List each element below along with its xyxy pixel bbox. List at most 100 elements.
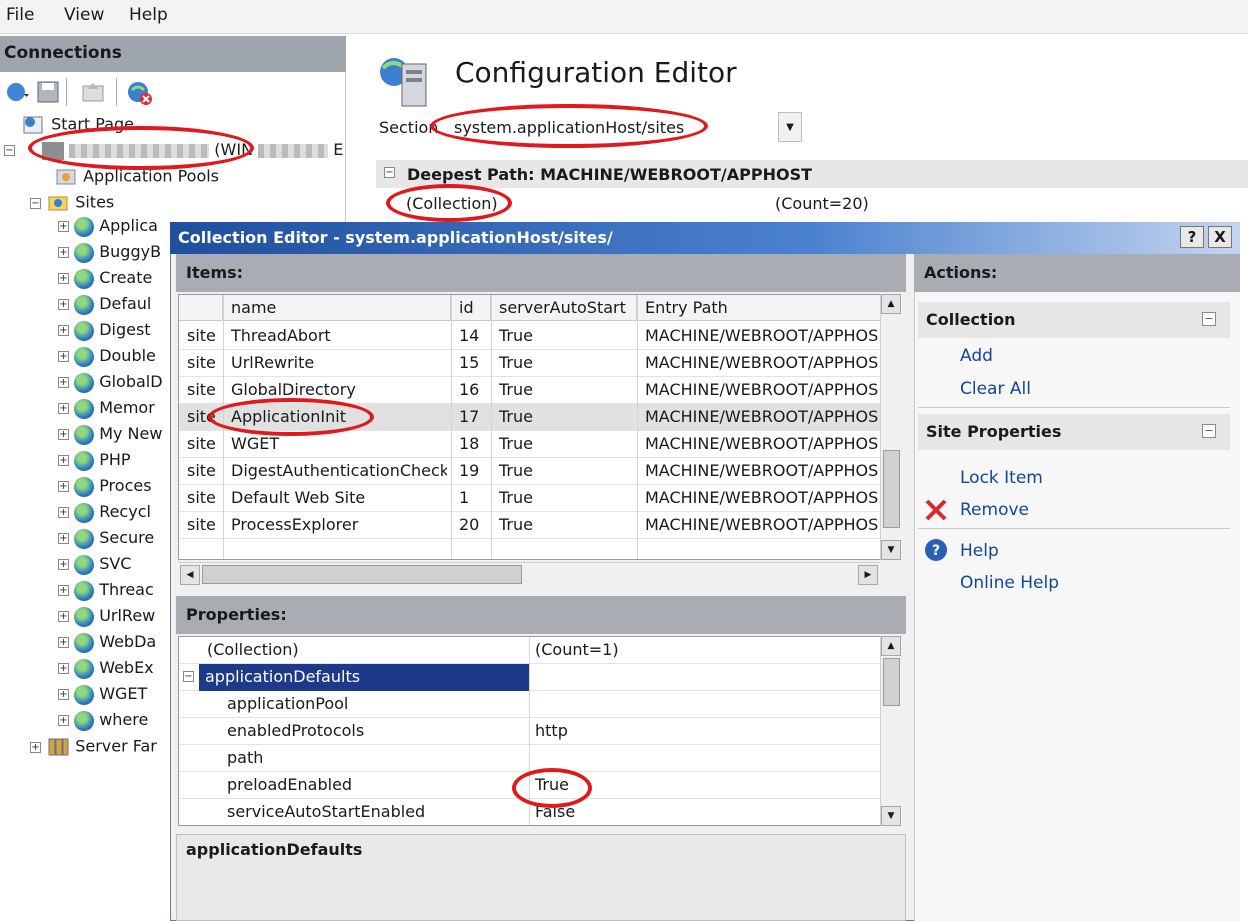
scroll-down-icon[interactable]: ▼ [881,540,901,560]
expand-icon[interactable]: + [58,663,69,674]
expand-icon[interactable]: + [58,273,69,284]
expand-icon[interactable]: + [58,221,69,232]
expand-icon[interactable]: + [58,533,69,544]
table-row[interactable]: site ProcessExplorer 20 True MACHINE/WEBROOT… [179,512,881,539]
tree-site-item[interactable]: + Recycl [58,502,151,528]
column-header-type[interactable] [179,295,223,321]
scroll-thumb[interactable] [883,450,900,528]
expand-icon[interactable]: + [58,429,69,440]
section-dropdown-button[interactable]: ▼ [778,112,802,142]
tree-server-farms[interactable]: + Server Far [30,736,157,762]
scroll-up-icon[interactable]: ▲ [881,636,901,656]
site-label: WebDa [99,632,157,651]
property-row-selected[interactable]: − applicationDefaults [179,664,881,691]
clear-all-link[interactable]: Clear All [960,379,1031,399]
cell-type: site [187,353,216,372]
scroll-down-icon[interactable]: ▼ [881,806,901,826]
remove-link[interactable]: Remove [960,500,1029,520]
tree-site-item[interactable]: + My New [58,424,162,450]
scroll-right-icon[interactable]: ▶ [858,565,878,585]
expand-icon[interactable]: + [58,637,69,648]
tree-site-item[interactable]: + Create [58,268,152,294]
up-level-icon[interactable] [80,80,106,108]
collapse-icon[interactable]: − [183,671,194,682]
tree-site-item[interactable]: + BuggyB [58,242,161,268]
expand-icon[interactable]: + [58,455,69,466]
collapse-icon[interactable]: − [384,167,395,178]
online-help-link[interactable]: Online Help [960,573,1059,593]
property-value[interactable]: (Count=1) [535,640,619,659]
tree-site-item[interactable]: + where [58,710,148,736]
menu-help[interactable]: Help [129,5,168,25]
add-link[interactable]: Add [960,346,993,366]
tree-site-item[interactable]: + Double [58,346,156,372]
tree-site-item[interactable]: + Memor [58,398,155,424]
items-vertical-scrollbar[interactable]: ▲ ▼ [880,294,902,560]
expand-icon[interactable]: + [58,585,69,596]
scroll-thumb[interactable] [883,658,900,706]
scroll-up-icon[interactable]: ▲ [881,294,901,314]
table-row[interactable]: site DigestAuthenticationCheck 19 True MACHI… [179,458,881,485]
collapse-icon[interactable]: − [1202,424,1216,438]
collapse-icon[interactable]: − [30,197,41,209]
help-button[interactable]: ? [1180,226,1204,248]
expand-icon[interactable]: + [58,403,69,414]
table-row[interactable]: site UrlRewrite 15 True MACHINE/WEBROOT/APPH… [179,350,881,377]
table-row[interactable]: site Default Web Site 1 True MACHINE/WEBROOT… [179,485,881,512]
collection-group-header[interactable]: Collection − [918,302,1230,338]
help-link[interactable]: Help [960,541,999,561]
expand-icon[interactable]: + [30,741,41,753]
menu-file[interactable]: File [6,5,34,25]
expand-icon[interactable]: + [58,299,69,310]
tree-site-item[interactable]: + WebDa [58,632,156,658]
expand-icon[interactable]: + [58,559,69,570]
property-row[interactable]: path [179,745,881,772]
expand-icon[interactable]: + [58,507,69,518]
expand-icon[interactable]: + [58,481,69,492]
expand-icon[interactable]: + [58,325,69,336]
close-button[interactable]: X [1208,226,1232,248]
expand-icon[interactable]: + [58,715,69,726]
scroll-left-icon[interactable]: ◀ [180,565,200,585]
expand-icon[interactable]: + [58,351,69,362]
property-name: preloadEnabled [227,775,353,794]
properties-vertical-scrollbar[interactable]: ▲ ▼ [880,636,902,826]
expand-icon[interactable]: + [58,377,69,388]
tree-site-item[interactable]: + PHP [58,450,131,476]
site-properties-group-header[interactable]: Site Properties − [918,414,1230,450]
tree-site-item[interactable]: + Defaul [58,294,151,320]
tree-sites[interactable]: − Sites [30,192,114,218]
tree-site-item[interactable]: + Secure [58,528,154,554]
column-header-id[interactable]: id [451,295,491,321]
tree-site-item[interactable]: + GlobalD [58,372,163,398]
save-icon[interactable] [36,80,60,108]
column-header-entry-path[interactable]: Entry Path [637,295,881,321]
tree-site-item[interactable]: + UrlRew [58,606,155,632]
column-header-serverautostart[interactable]: serverAutoStart [491,295,637,321]
tree-site-item[interactable]: + Threac [58,580,154,606]
lock-item-link[interactable]: Lock Item [960,468,1043,488]
column-header-name[interactable]: name [223,295,451,321]
property-row[interactable]: enabledProtocols http [179,718,881,745]
expand-icon[interactable]: + [58,611,69,622]
expand-icon[interactable]: + [58,689,69,700]
property-value[interactable]: http [535,721,568,740]
property-row[interactable]: applicationPool [179,691,881,718]
menu-view[interactable]: View [64,5,104,25]
collection-count-value[interactable]: (Count=20) [775,194,869,213]
connect-icon[interactable] [4,80,30,108]
collapse-icon[interactable]: − [1202,312,1216,326]
tree-site-item[interactable]: + WGET [58,684,147,710]
tree-site-item[interactable]: + WebEx [58,658,154,684]
tree-site-item[interactable]: + Digest [58,320,151,346]
tree-site-item[interactable]: + SVC [58,554,131,580]
expand-icon[interactable]: + [58,247,69,258]
scroll-thumb[interactable] [202,565,522,584]
collapse-icon[interactable]: − [4,145,15,156]
property-row[interactable]: (Collection) (Count=1) [179,637,881,664]
tree-site-item[interactable]: + Proces [58,476,152,502]
table-row[interactable]: site ThreadAbort 14 True MACHINE/WEBROOT/APP… [179,323,881,350]
items-horizontal-scrollbar[interactable]: ◀ ▶ [178,562,880,586]
tree-site-item[interactable]: + Applica [58,216,158,242]
disconnect-icon[interactable] [126,80,154,110]
